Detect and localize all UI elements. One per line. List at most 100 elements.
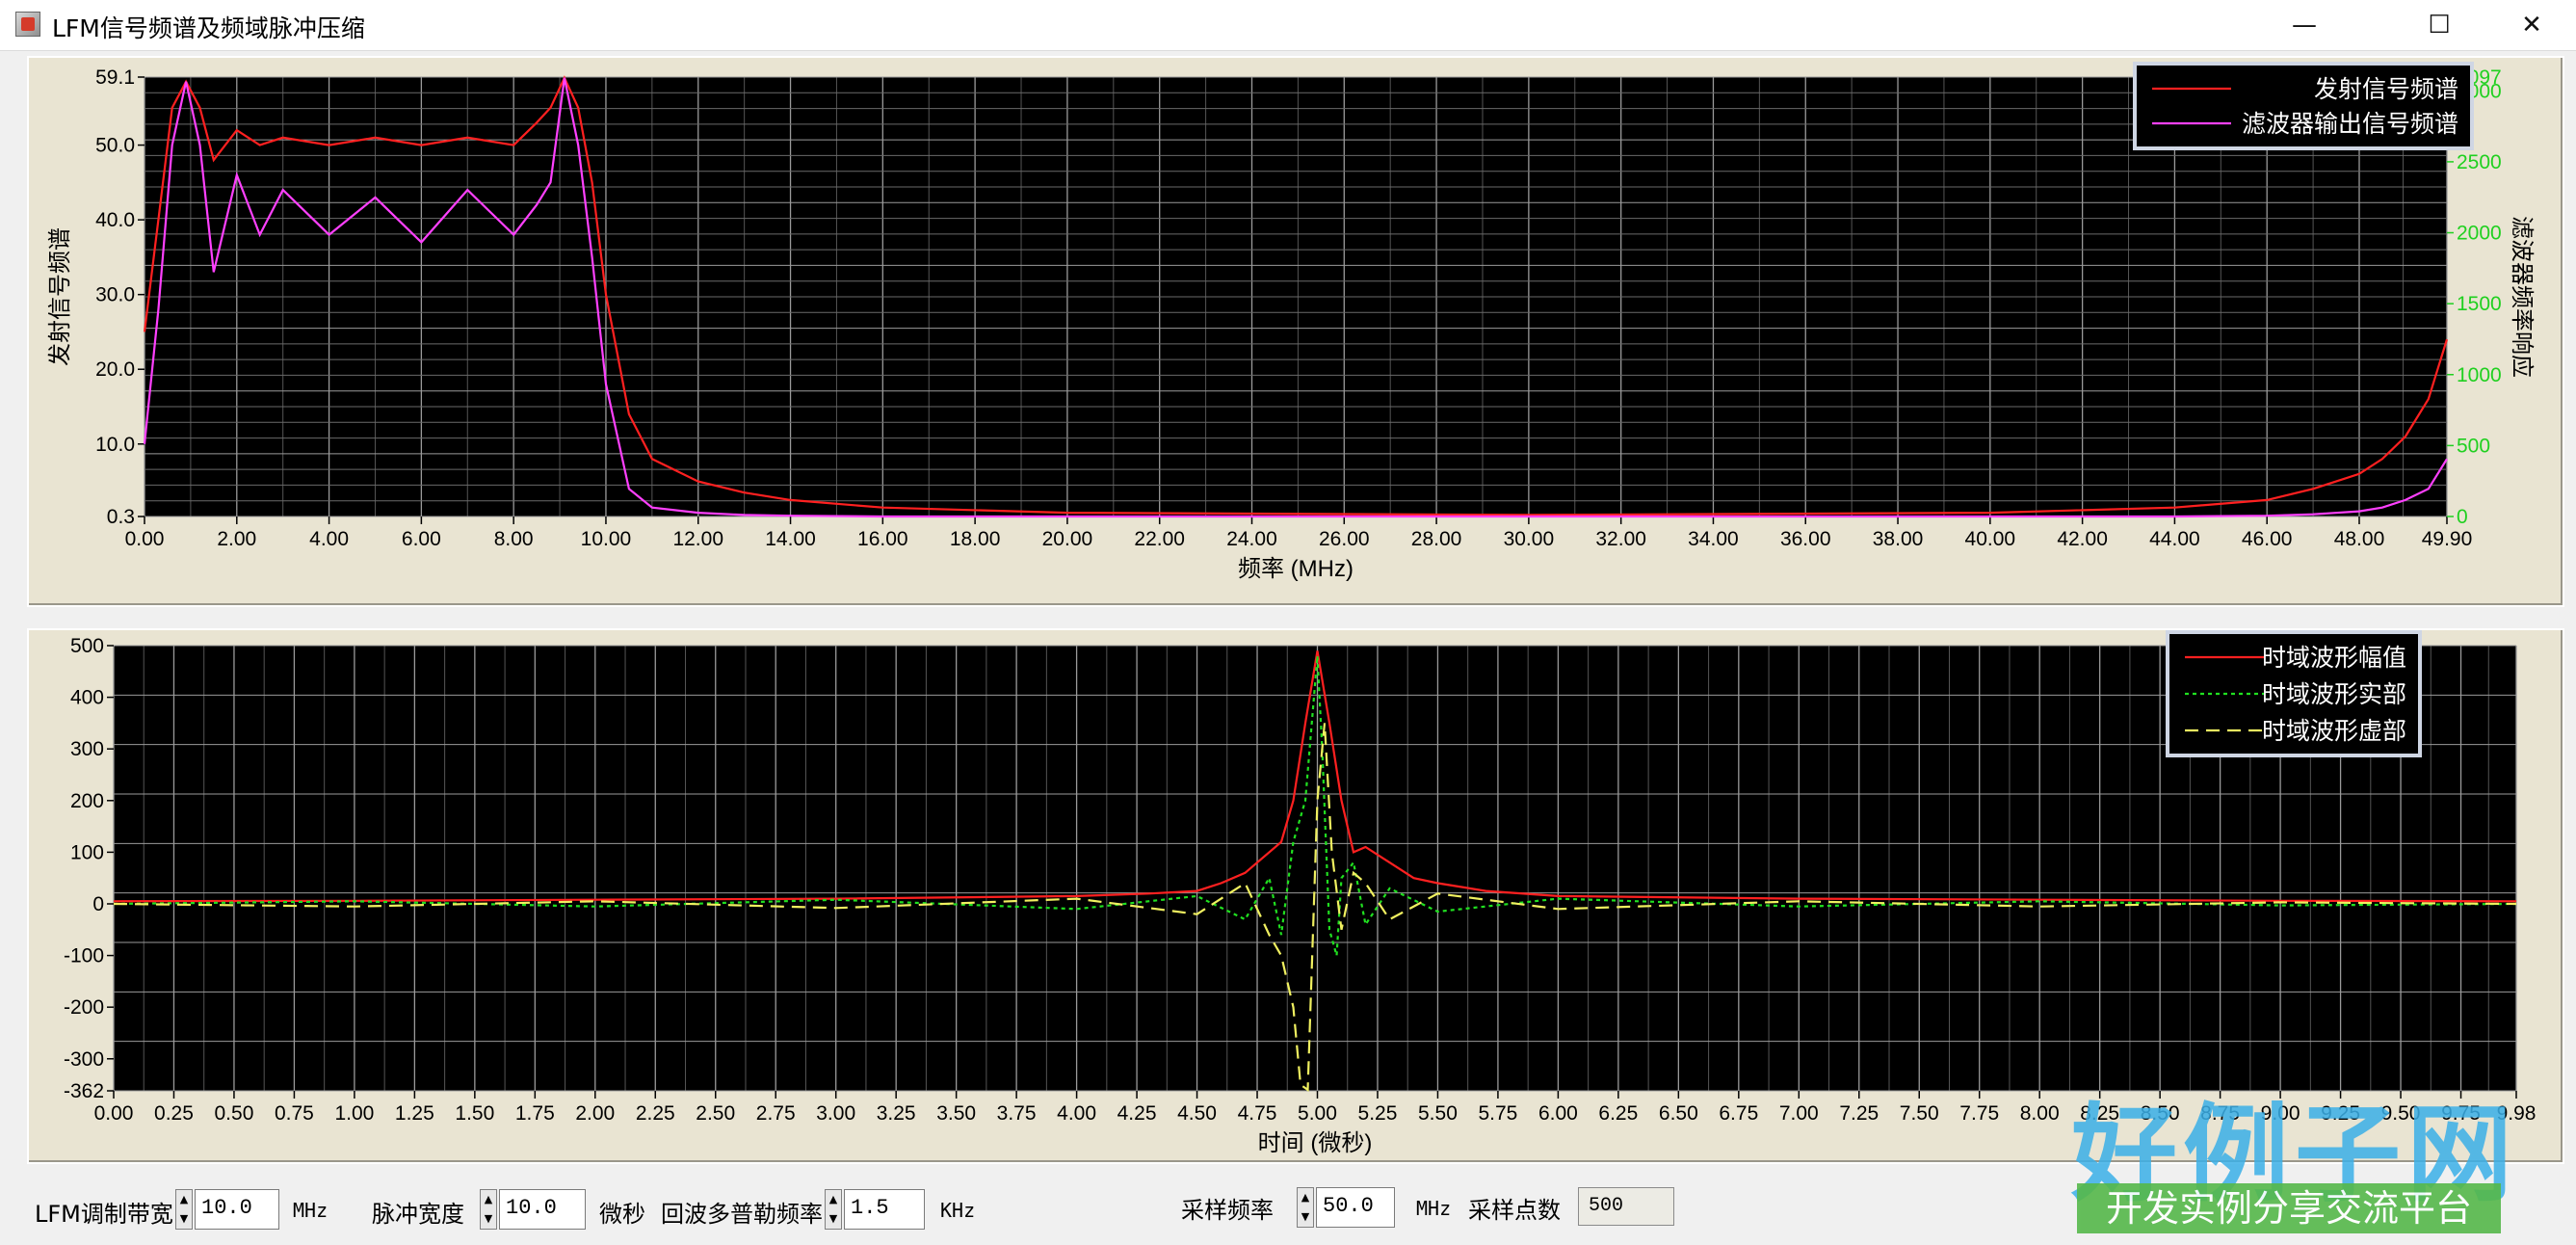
sampling-rate-stepper[interactable]: ▲ ▼	[1297, 1187, 1314, 1228]
x-tick-label: 4.00	[1057, 1102, 1096, 1125]
doppler-stepper[interactable]: ▲ ▼	[825, 1189, 842, 1230]
lfm-bandwidth-input[interactable]: 10.0	[195, 1189, 279, 1230]
x-tick-label: 7.50	[1900, 1102, 1939, 1125]
sampling-rate-unit: MHz	[1416, 1197, 1452, 1220]
decrement-icon[interactable]: ▼	[176, 1209, 192, 1229]
increment-icon[interactable]: ▲	[176, 1190, 192, 1209]
y-tick-label: -362	[64, 1080, 104, 1102]
x-tick-label: 28.00	[1411, 528, 1462, 550]
legend-entry: 时域波形实部	[2262, 681, 2406, 708]
x-tick-label: 3.25	[877, 1102, 916, 1125]
x-tick-label: 18.00	[950, 528, 1001, 550]
legend: 发射信号频谱滤波器输出信号频谱	[2133, 62, 2474, 150]
doppler-unit: KHz	[940, 1199, 976, 1222]
x-tick-label: 14.00	[765, 528, 816, 550]
x-tick-label: 46.00	[2242, 528, 2293, 550]
y-tick-label: 10.0	[95, 434, 135, 456]
x-tick-label: 1.00	[334, 1102, 374, 1125]
x-tick-label: 3.50	[936, 1102, 976, 1125]
x-tick-label: 42.00	[2057, 528, 2108, 550]
x-tick-label: 1.75	[515, 1102, 555, 1125]
x-tick-label: 4.25	[1117, 1102, 1157, 1125]
x-tick-label: 4.75	[1238, 1102, 1277, 1125]
x-tick-label: 3.00	[816, 1102, 855, 1125]
increment-icon[interactable]: ▲	[1298, 1188, 1313, 1207]
y-axis-label: 发射信号频谱	[47, 227, 73, 366]
x-tick-label: 30.00	[1504, 528, 1555, 550]
pulse-width-label: 脉冲宽度	[372, 1201, 464, 1228]
x-tick-label: 1.25	[395, 1102, 434, 1125]
x-tick-label: 5.25	[1358, 1102, 1398, 1125]
y-tick-label: -100	[64, 945, 104, 967]
sampling-rate-input[interactable]: 50.0	[1316, 1187, 1395, 1228]
increment-icon[interactable]: ▲	[481, 1190, 496, 1209]
x-tick-label: 6.25	[1598, 1102, 1638, 1125]
x-tick-label: 12.00	[672, 528, 723, 550]
x-tick-label: 7.25	[1839, 1102, 1879, 1125]
y2-tick-label: 0	[2457, 506, 2468, 528]
legend-entry: 发射信号频谱	[2314, 76, 2458, 103]
y-tick-label: 0.3	[107, 506, 135, 528]
x-tick-label: 1.50	[455, 1102, 494, 1125]
x-tick-label: 16.00	[857, 528, 908, 550]
close-button[interactable]: ✕	[2493, 0, 2570, 50]
y2-tick-label: 1500	[2457, 293, 2502, 315]
x-tick-label: 0.50	[215, 1102, 254, 1125]
x-tick-label: 7.00	[1779, 1102, 1819, 1125]
x-tick-label: 5.50	[1418, 1102, 1458, 1125]
x-tick-label: 7.75	[1959, 1102, 1999, 1125]
y-tick-label: -300	[64, 1048, 104, 1071]
x-axis-label: 频率 (MHz)	[1238, 556, 1354, 582]
x-tick-label: 8.00	[494, 528, 534, 550]
x-tick-label: 36.00	[1780, 528, 1831, 550]
x-tick-label: 49.90	[2422, 528, 2473, 550]
x-tick-label: 6.00	[1538, 1102, 1578, 1125]
legend: 时域波形幅值时域波形实部时域波形虚部	[2166, 630, 2422, 757]
window-title: LFM信号频谱及频域脉冲压缩	[52, 14, 365, 42]
x-tick-label: 6.00	[402, 528, 441, 550]
maximize-button[interactable]: ☐	[2401, 0, 2478, 50]
app-icon	[15, 12, 40, 37]
x-tick-label: 6.50	[1659, 1102, 1698, 1125]
x-tick-label: 0.25	[154, 1102, 194, 1125]
x-tick-label: 2.25	[636, 1102, 675, 1125]
pulse-width-stepper[interactable]: ▲ ▼	[480, 1189, 497, 1230]
legend-entry: 时域波形幅值	[2262, 645, 2406, 672]
spectrum-chart[interactable]: 0.00 2.00 4.00 6.00 8.00 10.00 12.00 14.00 16.00…	[27, 56, 2564, 607]
y-tick-label: 200	[70, 790, 104, 812]
title-bar: LFM信号频谱及频域脉冲压缩 — ☐ ✕	[0, 0, 2576, 51]
doppler-input[interactable]: 1.5	[844, 1189, 925, 1230]
y-tick-label: 300	[70, 738, 104, 760]
x-tick-label: 2.00	[217, 528, 256, 550]
y-tick-label: 59.1	[95, 66, 135, 89]
pulse-width-input[interactable]: 10.0	[499, 1189, 586, 1230]
x-tick-label: 32.00	[1595, 528, 1646, 550]
increment-icon[interactable]: ▲	[826, 1190, 841, 1209]
watermark-band: 开发实例分享交流平台	[2077, 1183, 2501, 1233]
minimize-button[interactable]: —	[2266, 0, 2343, 50]
y-tick-label: 20.0	[95, 358, 135, 381]
x-tick-label: 2.75	[756, 1102, 796, 1125]
x-tick-label: 48.00	[2334, 528, 2385, 550]
y-tick-label: 0	[92, 893, 104, 915]
sample-count-display: 500	[1578, 1187, 1674, 1226]
x-tick-label: 20.00	[1042, 528, 1093, 550]
y-tick-label: 400	[70, 687, 104, 709]
x-axis-label: 时间 (微秒)	[1258, 1130, 1373, 1156]
decrement-icon[interactable]: ▼	[826, 1209, 841, 1229]
lfm-bandwidth-stepper[interactable]: ▲ ▼	[175, 1189, 193, 1230]
decrement-icon[interactable]: ▼	[1298, 1207, 1313, 1227]
sample-count-label: 采样点数	[1468, 1197, 1561, 1224]
x-tick-label: 40.00	[1965, 528, 2016, 550]
x-tick-label: 2.50	[696, 1102, 735, 1125]
decrement-icon[interactable]: ▼	[481, 1209, 496, 1229]
x-tick-label: 4.00	[309, 528, 349, 550]
lfm-bandwidth-label: LFM调制带宽	[35, 1201, 173, 1228]
x-tick-label: 0.75	[275, 1102, 314, 1125]
y-tick-label: 40.0	[95, 209, 135, 231]
x-tick-label: 10.00	[581, 528, 632, 550]
y-tick-label: 100	[70, 841, 104, 863]
x-tick-label: 5.00	[1298, 1102, 1337, 1125]
y-tick-label: 50.0	[95, 135, 135, 157]
x-tick-label: 34.00	[1688, 528, 1739, 550]
